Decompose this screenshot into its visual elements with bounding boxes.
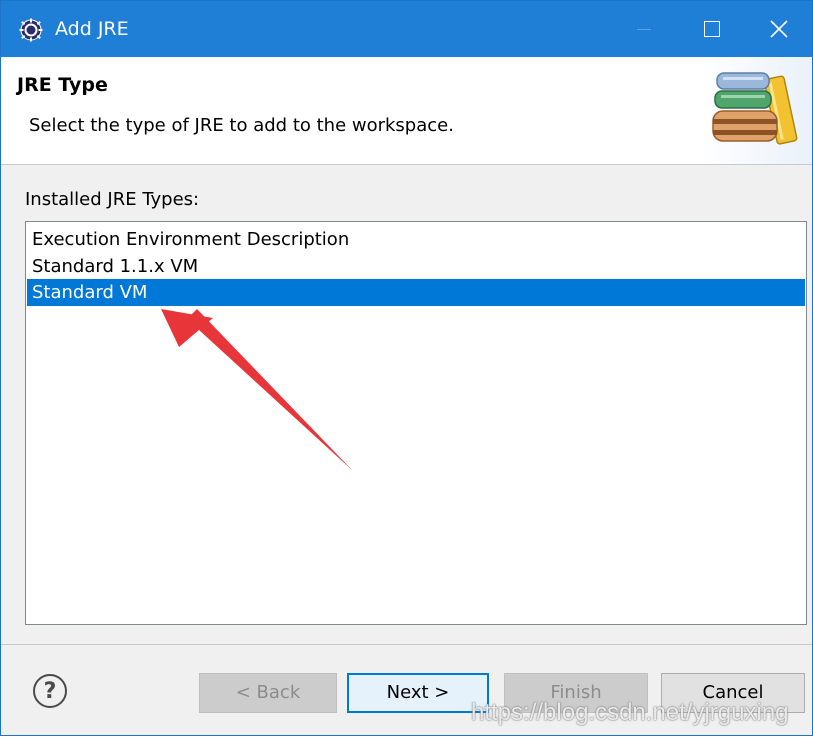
maximize-icon <box>704 21 720 37</box>
minimize-icon <box>637 28 651 30</box>
list-item-execution-environment[interactable]: Execution Environment Description <box>27 226 805 253</box>
maximize-button[interactable] <box>679 1 745 57</box>
wizard-header: JRE Type Select the type of JRE to add t… <box>1 57 812 165</box>
close-icon <box>770 20 788 38</box>
jre-type-list[interactable]: Execution Environment Description Standa… <box>25 221 807 625</box>
title-bar[interactable]: Add JRE <box>1 1 812 57</box>
minimize-button[interactable] <box>611 1 677 57</box>
add-jre-dialog: Add JRE JRE Type Select the type of JRE … <box>0 0 813 736</box>
page-title: JRE Type <box>17 74 108 96</box>
help-icon[interactable]: ? <box>33 674 67 708</box>
list-item-standard-vm-selected[interactable]: Standard VM <box>27 279 805 306</box>
books-icon <box>712 72 798 145</box>
installed-jre-types-label: Installed JRE Types: <box>25 189 200 210</box>
back-button[interactable]: < Back <box>199 673 337 713</box>
wizard-banner-image <box>701 57 812 164</box>
button-bar-separator <box>1 644 812 645</box>
next-button[interactable]: Next > <box>347 673 489 713</box>
close-button[interactable] <box>746 1 812 57</box>
page-description: Select the type of JRE to add to the wor… <box>29 115 454 136</box>
eclipse-gear-icon <box>19 18 43 42</box>
list-item-standard-1-1-x-vm[interactable]: Standard 1.1.x VM <box>27 253 805 280</box>
window-title: Add JRE <box>55 18 129 40</box>
watermark: https://blog.csdn.net/yjrguxing <box>471 699 789 726</box>
